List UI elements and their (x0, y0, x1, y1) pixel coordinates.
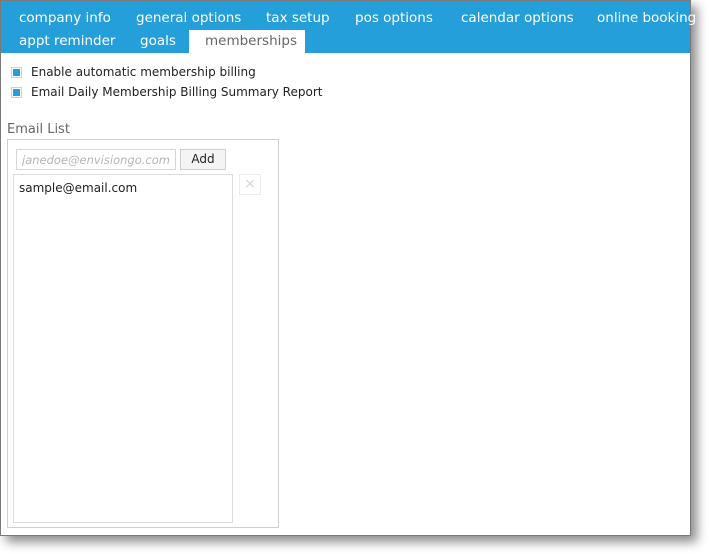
tab-pos-options[interactable]: pos options (343, 7, 445, 30)
tab-goals[interactable]: goals (128, 30, 188, 53)
auto-billing-option[interactable]: Enable automatic membership billing (11, 64, 256, 80)
tab-company-info[interactable]: company info (7, 7, 123, 30)
daily-report-option[interactable]: Email Daily Membership Billing Summary R… (11, 84, 322, 100)
list-item[interactable]: sample@email.com (19, 181, 137, 195)
close-icon: × (244, 176, 256, 192)
daily-report-checkbox[interactable] (11, 86, 22, 98)
tab-memberships[interactable]: memberships (189, 30, 305, 53)
tab-calendar-options[interactable]: calendar options (449, 7, 586, 30)
tab-appt-reminder[interactable]: appt reminder (7, 30, 127, 53)
daily-report-label: Email Daily Membership Billing Summary R… (31, 85, 323, 99)
email-listbox[interactable]: sample@email.com (13, 174, 233, 523)
tab-online-booking[interactable]: online booking (585, 7, 708, 30)
auto-billing-checkbox[interactable] (11, 66, 22, 78)
settings-window: company info general options tax setup p… (0, 0, 696, 536)
tab-bar: company info general options tax setup p… (1, 1, 696, 53)
email-input[interactable] (16, 149, 176, 170)
tab-general-options[interactable]: general options (124, 7, 253, 30)
auto-billing-label: Enable automatic membership billing (31, 65, 256, 79)
delete-email-button[interactable]: × (239, 174, 261, 195)
email-list-title: Email List (7, 122, 70, 137)
add-email-button[interactable]: Add (180, 149, 226, 170)
tab-tax-setup[interactable]: tax setup (254, 7, 342, 30)
